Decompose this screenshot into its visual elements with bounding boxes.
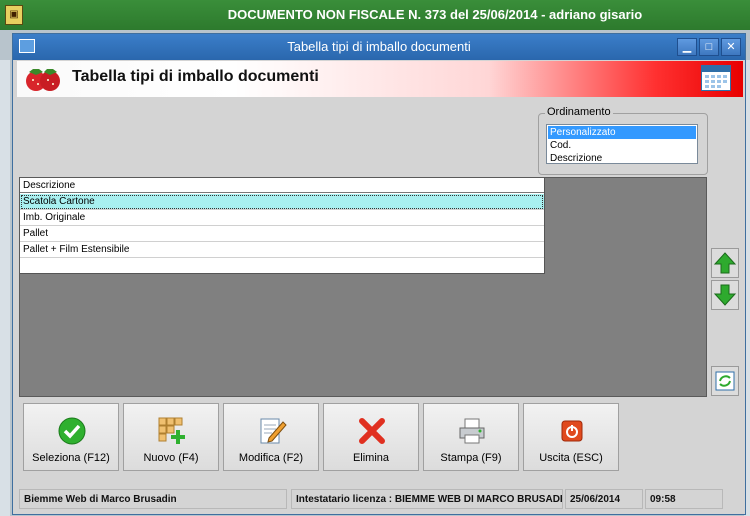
refresh-button[interactable] [711, 366, 739, 396]
exit-button[interactable]: Uscita (ESC) [523, 403, 619, 471]
delete-button-label: Elimina [352, 452, 390, 464]
close-icon: ✕ [726, 41, 736, 53]
new-button[interactable]: Nuovo (F4) [123, 403, 219, 471]
printer-icon [459, 418, 485, 444]
header-title: Tabella tipi di imballo documenti [72, 68, 319, 85]
table-row[interactable]: Imb. Originale [20, 210, 544, 226]
power-icon [561, 420, 583, 442]
table-row[interactable]: Scatola Cartone [20, 194, 544, 210]
print-button-label: Stampa (F9) [440, 452, 502, 464]
delete-x-icon [359, 418, 385, 444]
refresh-icon [715, 371, 735, 391]
exit-button-label: Uscita (ESC) [539, 452, 603, 464]
table-row[interactable]: Pallet + Film Estensibile [20, 242, 544, 258]
print-button[interactable]: Stampa (F9) [423, 403, 519, 471]
ordering-label: Ordinamento [545, 106, 613, 118]
minimize-button[interactable]: ▁ [677, 38, 697, 56]
arrow-up-icon [713, 252, 737, 274]
maximize-button[interactable]: □ [699, 38, 719, 56]
strawberry-icon [26, 69, 60, 91]
status-bar: Biemme Web di Marco Brusadin Intestatari… [17, 486, 743, 512]
arrow-down-icon [713, 284, 737, 306]
status-company: Biemme Web di Marco Brusadin [19, 489, 287, 509]
outer-left-strip [0, 60, 10, 516]
status-license: Intestatario licenza : BIEMME WEB DI MAR… [291, 489, 563, 509]
column-header-description[interactable]: Descrizione [20, 178, 544, 193]
edit-button-label: Modifica (F2) [238, 452, 304, 464]
ordering-option-custom[interactable]: Personalizzato [548, 126, 696, 139]
ordering-option-description[interactable]: Descrizione [548, 152, 696, 165]
new-grid-icon [158, 417, 185, 444]
packaging-table[interactable]: Descrizione Scatola Cartone Imb. Origina… [20, 178, 545, 274]
dialog-header: Tabella tipi di imballo documenti [17, 61, 743, 97]
select-button[interactable]: Seleziona (F12) [23, 403, 119, 471]
check-icon [58, 417, 86, 445]
move-up-button[interactable] [711, 248, 739, 278]
move-down-button[interactable] [711, 280, 739, 310]
ordering-listbox[interactable]: Personalizzato Cod. Descrizione [546, 124, 698, 164]
packaging-types-dialog: Tabella tipi di imballo documenti ▁ □ ✕ … [12, 33, 746, 515]
select-button-label: Seleziona (F12) [32, 452, 110, 464]
maximize-icon: □ [705, 41, 713, 53]
edit-icon [260, 418, 287, 444]
edit-button[interactable]: Modifica (F2) [223, 403, 319, 471]
status-date: 25/06/2014 [565, 489, 643, 509]
close-button[interactable]: ✕ [721, 38, 741, 56]
new-button-label: Nuovo (F4) [143, 452, 199, 464]
calendar-icon[interactable] [701, 65, 731, 91]
table-row[interactable]: Pallet [20, 226, 544, 242]
dialog-title: Tabella tipi di imballo documenti [287, 39, 471, 54]
outer-window-title: DOCUMENTO NON FISCALE N. 373 del 25/06/2… [227, 7, 643, 22]
minimize-icon: ▁ [682, 41, 692, 53]
delete-button[interactable]: Elimina [323, 403, 419, 471]
ordering-option-code[interactable]: Cod. [548, 139, 696, 152]
status-time: 09:58 [645, 489, 723, 509]
